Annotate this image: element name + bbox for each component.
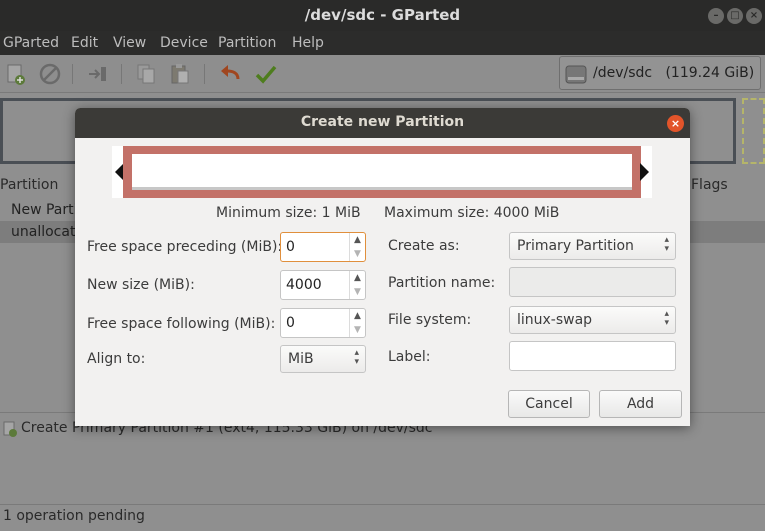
menu-gparted[interactable]: GParted bbox=[3, 35, 59, 51]
cancel-label: Cancel bbox=[525, 396, 573, 412]
minimize-button[interactable]: – bbox=[708, 8, 724, 24]
menu-device[interactable]: Device bbox=[160, 35, 208, 51]
undo-icon[interactable] bbox=[218, 62, 242, 86]
file-system-label: File system: bbox=[388, 312, 472, 328]
create-as-label: Create as: bbox=[388, 238, 460, 254]
create-as-value: Primary Partition bbox=[517, 238, 634, 254]
increment-icon[interactable]: ▲ bbox=[350, 271, 365, 285]
copy-icon[interactable] bbox=[134, 62, 158, 86]
column-flags[interactable]: Flags bbox=[691, 177, 728, 193]
right-handle-icon[interactable] bbox=[640, 163, 649, 181]
decrement-icon[interactable]: ▼ bbox=[350, 323, 365, 337]
new-icon[interactable] bbox=[4, 62, 28, 86]
align-to-combo[interactable]: MiB ▴ ▾ bbox=[280, 345, 366, 373]
harddisk-icon bbox=[565, 65, 587, 84]
disk-graph-unallocated[interactable] bbox=[742, 98, 765, 164]
increment-icon[interactable]: ▲ bbox=[350, 233, 365, 247]
label-label: Label: bbox=[388, 349, 431, 365]
close-icon: × bbox=[670, 117, 681, 130]
spin-buttons: ▲ ▼ bbox=[349, 271, 365, 299]
window-titlebar: /dev/sdc - GParted – □ × bbox=[0, 0, 765, 31]
create-partition-dialog: Create new Partition × Minimum size: 1 M… bbox=[75, 108, 690, 426]
paste-icon[interactable] bbox=[168, 62, 192, 86]
menu-partition[interactable]: Partition bbox=[218, 35, 276, 51]
add-label: Add bbox=[626, 396, 655, 412]
toolbar-separator bbox=[121, 64, 122, 84]
toolbar: /dev/sdc (119.24 GiB) bbox=[0, 55, 765, 93]
device-label: /dev/sdc (119.24 GiB) bbox=[593, 65, 755, 81]
device-selector[interactable]: /dev/sdc (119.24 GiB) bbox=[559, 56, 761, 90]
delete-icon[interactable] bbox=[38, 62, 62, 86]
file-system-value: linux-swap bbox=[517, 312, 593, 328]
status-text: 1 operation pending bbox=[3, 508, 145, 524]
free-preceding-value[interactable]: 0 bbox=[286, 239, 295, 255]
free-preceding-spinbox[interactable]: 0 ▲ ▼ bbox=[280, 232, 366, 262]
label-field[interactable] bbox=[509, 341, 676, 371]
cancel-button[interactable]: Cancel bbox=[508, 390, 590, 418]
free-following-label: Free space following (MiB): bbox=[87, 316, 276, 332]
spin-buttons: ▲ ▼ bbox=[349, 233, 365, 261]
new-size-value[interactable]: 4000 bbox=[286, 277, 322, 293]
create-as-combo[interactable]: Primary Partition ▴ ▾ bbox=[509, 232, 676, 260]
toolbar-separator bbox=[72, 64, 73, 84]
maximum-size-label: Maximum size: 4000 MiB bbox=[384, 205, 560, 221]
resize-move-icon[interactable] bbox=[86, 62, 110, 86]
new-partition-icon bbox=[3, 421, 17, 437]
spin-buttons: ▲ ▼ bbox=[349, 309, 365, 337]
column-partition[interactable]: Partition bbox=[0, 177, 58, 193]
new-size-spinbox[interactable]: 4000 ▲ ▼ bbox=[280, 270, 366, 300]
add-button[interactable]: Add bbox=[599, 390, 682, 418]
new-size-label: New size (MiB): bbox=[87, 277, 195, 293]
toolbar-separator bbox=[204, 64, 205, 84]
menu-view[interactable]: View bbox=[113, 35, 146, 51]
free-following-spinbox[interactable]: 0 ▲ ▼ bbox=[280, 308, 366, 338]
increment-icon[interactable]: ▲ bbox=[350, 309, 365, 323]
partition-fill bbox=[132, 154, 632, 190]
close-window-button[interactable]: × bbox=[746, 8, 762, 24]
menu-edit[interactable]: Edit bbox=[71, 35, 98, 51]
file-system-combo[interactable]: linux-swap ▴ ▾ bbox=[509, 306, 676, 334]
menubar: GParted Edit View Device Partition Help bbox=[0, 31, 765, 55]
minimum-size-label: Minimum size: 1 MiB bbox=[216, 205, 361, 221]
partition-name-label: Partition name: bbox=[388, 275, 496, 291]
maximize-icon: □ bbox=[730, 10, 740, 21]
dialog-titlebar: Create new Partition × bbox=[75, 108, 690, 138]
minimize-icon: – bbox=[713, 10, 719, 21]
decrement-icon[interactable]: ▼ bbox=[350, 285, 365, 299]
free-preceding-label: Free space preceding (MiB): bbox=[87, 239, 283, 255]
combo-arrows-icon: ▴ ▾ bbox=[664, 309, 669, 328]
combo-arrows-icon: ▴ ▾ bbox=[664, 235, 669, 254]
combo-arrows-icon: ▴ ▾ bbox=[354, 348, 359, 367]
dialog-close-button[interactable]: × bbox=[667, 115, 684, 132]
partition-resizer[interactable] bbox=[112, 146, 652, 198]
dialog-title: Create new Partition bbox=[300, 114, 465, 130]
close-icon: × bbox=[749, 10, 759, 21]
partition-name-field bbox=[509, 267, 676, 297]
menu-help[interactable]: Help bbox=[292, 35, 324, 51]
decrement-icon[interactable]: ▼ bbox=[350, 247, 365, 261]
align-to-label: Align to: bbox=[87, 351, 146, 367]
free-following-value[interactable]: 0 bbox=[286, 315, 295, 331]
apply-icon[interactable] bbox=[254, 62, 278, 86]
window-title: /dev/sdc - GParted bbox=[304, 6, 461, 24]
align-to-value: MiB bbox=[288, 351, 314, 367]
status-bar: 1 operation pending bbox=[0, 504, 765, 531]
maximize-button[interactable]: □ bbox=[727, 8, 743, 24]
